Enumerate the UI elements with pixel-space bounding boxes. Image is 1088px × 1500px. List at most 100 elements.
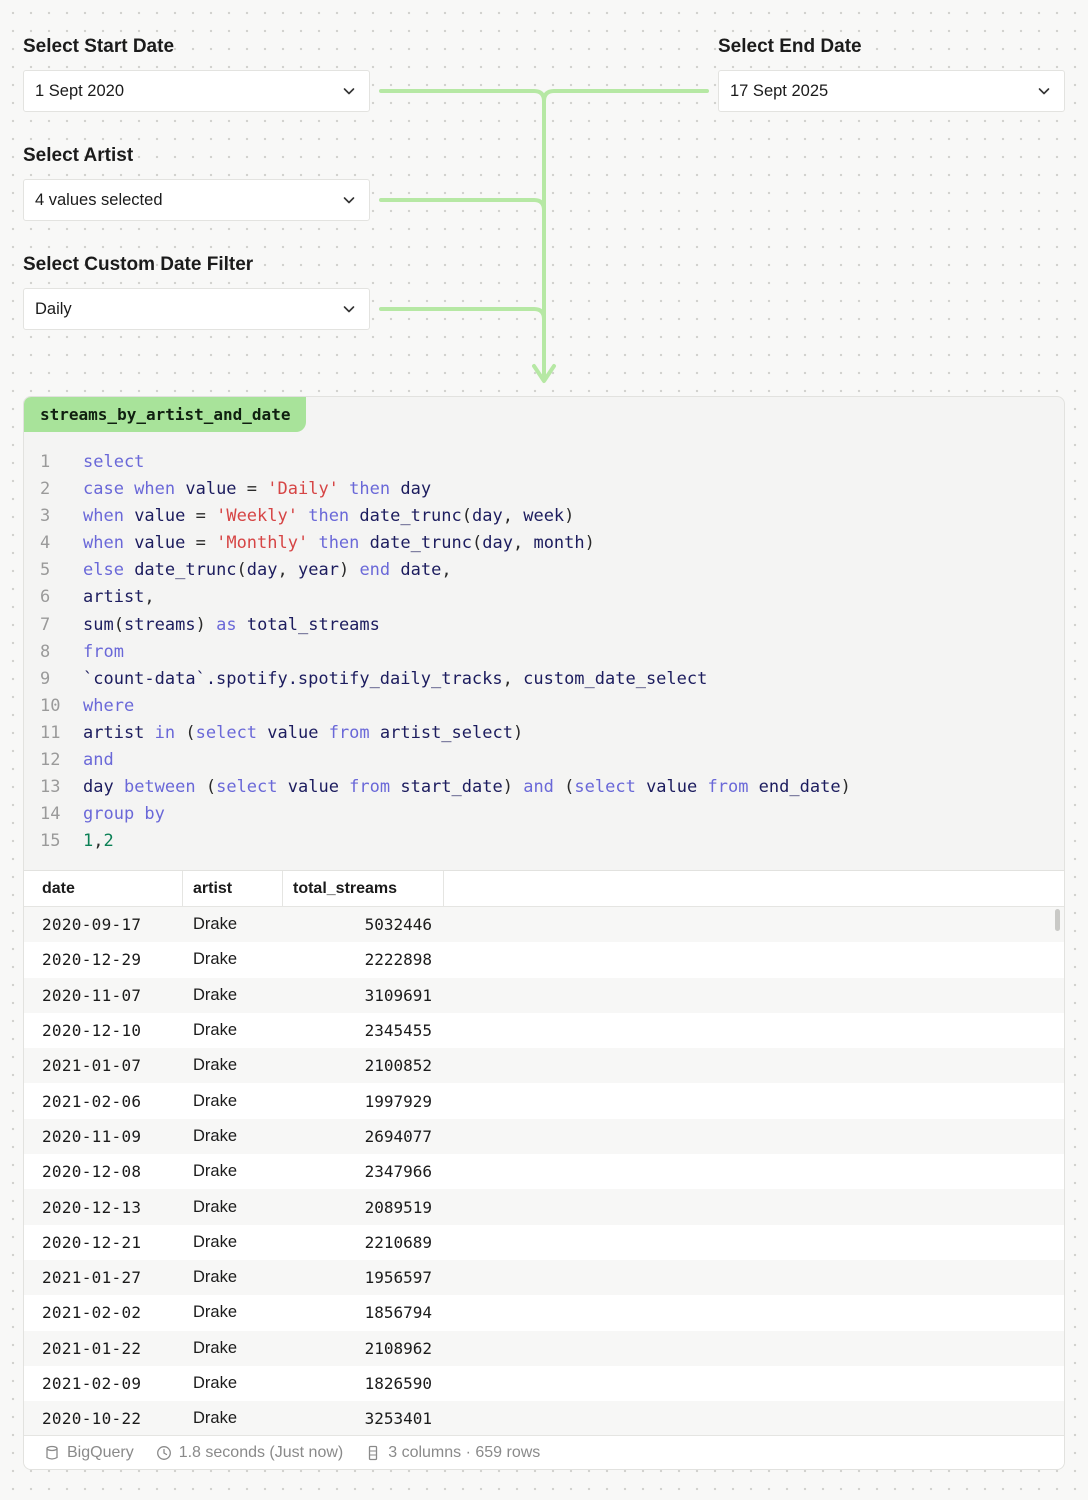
code-token: select — [574, 777, 647, 798]
table-row[interactable]: 2020-12-08 Drake 2347966 — [24, 1154, 1064, 1189]
summary-label: 3 columns · 659 rows — [388, 1443, 541, 1461]
code-token: from — [338, 777, 401, 798]
code-token: artist — [83, 722, 145, 743]
code-token: as — [205, 614, 247, 635]
cell-date: 2020-12-10 — [42, 1021, 142, 1041]
code-token: start_date — [400, 777, 503, 798]
code-text: when value = 'Weekly' then date_trunc(da… — [83, 503, 574, 530]
code-token: = — [185, 506, 217, 527]
code-token: date — [400, 560, 442, 581]
code-text: case when value = 'Daily' then day — [83, 476, 431, 503]
scrollbar-thumb[interactable] — [1055, 909, 1060, 931]
query-panel: streams_by_artist_and_date 1 select 2 case … — [23, 396, 1065, 1470]
table-row[interactable]: 2020-12-29 Drake 2222898 — [24, 942, 1064, 977]
cell-date: 2020-10-22 — [42, 1409, 142, 1429]
cell-total-streams: 2210689 — [364, 1232, 432, 1252]
code-text: else date_trunc(day, year) end date, — [83, 557, 452, 584]
code-token: date_trunc — [359, 506, 462, 527]
line-number: 3 — [40, 506, 51, 527]
column-header-date[interactable]: date — [24, 871, 183, 906]
code-line: 13 day between (select value from start_d… — [24, 774, 1064, 801]
table-body: 2020-09-17 Drake 5032446 2020-12-29 Drake 222… — [24, 907, 1064, 1437]
code-token: streams — [123, 614, 196, 635]
table-row[interactable]: 2020-09-17 Drake 5032446 — [24, 907, 1064, 943]
code-token: ) — [195, 614, 206, 635]
table-row[interactable]: 2021-02-02 Drake 1856794 — [24, 1295, 1064, 1330]
code-token: and — [83, 750, 114, 771]
table-row[interactable]: 2020-11-07 Drake 3109691 — [24, 977, 1064, 1013]
table-row[interactable]: 2020-11-09 Drake 2694077 — [24, 1118, 1064, 1155]
code-token: 1 — [83, 831, 94, 852]
code-line: 8 from — [24, 639, 1064, 666]
table-row[interactable]: 2021-01-27 Drake 1956597 — [24, 1259, 1064, 1296]
code-token: year — [298, 560, 339, 581]
table-header: date artist total_streams — [24, 871, 1064, 907]
table-row[interactable]: 2021-02-06 Drake 1997929 — [24, 1083, 1064, 1118]
cell-artist: Drake — [193, 1268, 238, 1287]
cell-artist: Drake — [193, 1232, 238, 1251]
code-token: = — [185, 533, 217, 554]
code-text: day between (select value from start_dat… — [83, 774, 851, 801]
code-token: 2 — [103, 831, 114, 852]
code-text: and — [83, 747, 114, 774]
cell-total-streams: 2694077 — [364, 1126, 432, 1146]
code-token: date_trunc — [369, 533, 472, 554]
filter-connector-lines — [379, 89, 709, 383]
cell-artist: Drake — [193, 1197, 238, 1216]
code-line: 15 1,2 — [24, 828, 1064, 855]
cell-total-streams: 1826590 — [364, 1374, 432, 1393]
code-token: day — [482, 533, 513, 554]
code-token: day — [83, 777, 114, 798]
code-token: week — [523, 506, 565, 527]
code-token: day — [400, 479, 432, 500]
cell-date: 2020-12-13 — [42, 1197, 142, 1217]
code-text: group by — [83, 801, 165, 828]
line-number: 5 — [40, 560, 51, 581]
table-row[interactable]: 2021-02-09 Drake 1826590 — [24, 1366, 1064, 1401]
code-token: ) — [512, 722, 524, 743]
cell-artist: Drake — [193, 1126, 238, 1145]
sql-editor[interactable]: 1 select 2 case when value = 'Daily' then d… — [24, 449, 1064, 855]
code-token: select — [216, 777, 288, 798]
cell-total-streams: 2347966 — [364, 1162, 432, 1182]
table-row[interactable]: 2021-01-22 Drake 2108962 — [24, 1330, 1064, 1366]
line-number: 11 — [40, 722, 61, 743]
column-header-artist[interactable]: artist — [183, 871, 283, 906]
line-number: 7 — [40, 614, 51, 635]
code-token: = — [236, 479, 268, 500]
cell-date: 2021-02-06 — [42, 1091, 142, 1111]
code-line: 5 else date_trunc(day, year) end date, — [24, 557, 1064, 584]
table-row[interactable]: 2020-12-13 Drake 2089519 — [24, 1189, 1064, 1225]
duration-info: 1.8 seconds (Just now) — [156, 1444, 343, 1462]
code-token: case when — [83, 479, 186, 500]
code-token: , — [512, 533, 534, 554]
table-row[interactable]: 2020-12-10 Drake 2345455 — [24, 1013, 1064, 1048]
table-row[interactable]: 2020-12-21 Drake 2210689 — [24, 1225, 1064, 1260]
code-text: 1,2 — [83, 828, 114, 855]
cell-date: 2021-01-07 — [42, 1056, 142, 1076]
line-number: 14 — [40, 804, 61, 825]
column-header-total-streams[interactable]: total_streams — [283, 871, 444, 906]
code-token: ( — [185, 722, 196, 743]
code-line: 11 artist in (select value from artist_se… — [24, 720, 1064, 747]
table-row[interactable]: 2020-10-22 Drake 3253401 — [24, 1401, 1064, 1437]
cell-date: 2020-11-09 — [42, 1126, 142, 1146]
cell-artist: Drake — [193, 985, 238, 1004]
code-text: artist, — [83, 584, 155, 611]
code-text: artist in (select value from artist_sele… — [83, 720, 523, 747]
code-token: when — [83, 506, 135, 527]
code-token: value — [267, 722, 319, 743]
code-token: ( — [236, 560, 247, 581]
source-label: BigQuery — [67, 1443, 134, 1461]
code-token: ) — [584, 533, 595, 554]
code-token: else — [83, 560, 135, 581]
query-name-tag[interactable]: streams_by_artist_and_date — [24, 397, 307, 432]
cell-total-streams: 2222898 — [364, 950, 432, 970]
source-info: BigQuery — [44, 1444, 134, 1462]
cell-artist: Drake — [193, 950, 238, 969]
table-row[interactable]: 2021-01-07 Drake 2100852 — [24, 1048, 1064, 1084]
code-token: ( — [205, 777, 217, 798]
code-token: artist — [83, 587, 145, 608]
line-number: 13 — [40, 777, 61, 798]
code-token: from — [697, 777, 759, 798]
